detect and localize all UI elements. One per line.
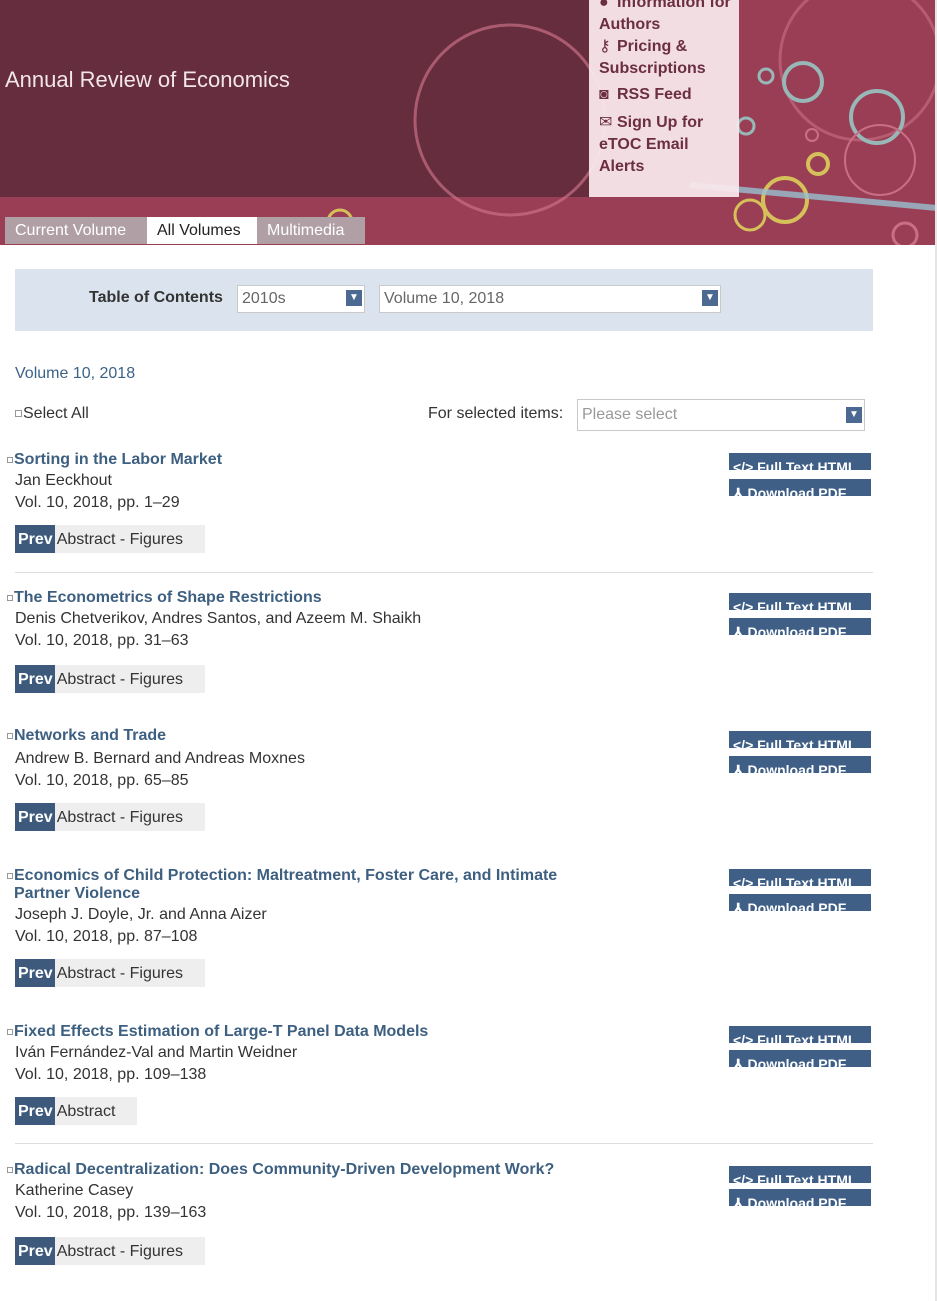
download-pdf-button[interactable]: ⅄ Download PDF <box>729 1189 871 1206</box>
article-checkbox[interactable] <box>7 873 13 879</box>
download-pdf-button[interactable]: ⅄ Download PDF <box>729 756 871 773</box>
preview-text: Abstract - Figures <box>56 809 183 826</box>
full-text-html-button[interactable]: </> Full Text HTML <box>729 453 871 470</box>
article-authors: Denis Chetverikov, Andres Santos, and Az… <box>15 610 422 627</box>
decade-select-value: 2010s <box>242 290 286 307</box>
preview-label: Prev <box>15 1097 55 1125</box>
toc-label: Table of Contents <box>89 289 223 306</box>
article-title[interactable]: Networks and Trade <box>14 727 594 745</box>
decade-select[interactable]: 2010s ▼ <box>237 285 365 313</box>
info-icon: ● <box>599 0 609 11</box>
article-citation: Vol. 10, 2018, pp. 109–138 <box>15 1066 207 1083</box>
rss-icon: ◙ <box>599 86 609 103</box>
info-menu-authors[interactable]: ● Information for Authors <box>599 0 734 36</box>
article-authors: Iván Fernández-Val and Martin Weidner <box>15 1044 298 1061</box>
bulk-action-select[interactable]: Please select ▼ <box>577 399 865 431</box>
preview-label: Prev <box>15 665 55 693</box>
full-text-html-button[interactable]: </> Full Text HTML <box>729 1166 871 1183</box>
full-text-html-button[interactable]: </> Full Text HTML <box>729 593 871 610</box>
decorative-circles <box>326 0 937 245</box>
article-title[interactable]: Economics of Child Protection: Maltreatm… <box>14 867 594 903</box>
article-citation: Vol. 10, 2018, pp. 31–63 <box>15 632 189 649</box>
article-checkbox[interactable] <box>7 595 13 601</box>
article-item: The Econometrics of Shape Restrictions D… <box>0 589 880 709</box>
divider <box>15 572 873 573</box>
tab-all-volumes[interactable]: All Volumes <box>147 217 257 244</box>
article-item: Economics of Child Protection: Maltreatm… <box>0 867 880 997</box>
article-title[interactable]: The Econometrics of Shape Restrictions <box>14 589 594 607</box>
article-item: Networks and Trade Andrew B. Bernard and… <box>0 727 880 847</box>
article-checkbox[interactable] <box>7 457 13 463</box>
info-menu-label: RSS Feed <box>617 86 692 103</box>
preview-label: Prev <box>15 525 55 553</box>
tab-multimedia[interactable]: Multimedia <box>257 217 365 244</box>
preview-button[interactable]: Prev Abstract - Figures <box>15 665 205 693</box>
site-header: Annual Review of Economics ● Information … <box>0 0 937 245</box>
download-pdf-button[interactable]: ⅄ Download PDF <box>729 479 871 496</box>
full-text-html-button[interactable]: </> Full Text HTML <box>729 1026 871 1043</box>
preview-button[interactable]: Prev Abstract <box>15 1097 137 1125</box>
article-checkbox[interactable] <box>7 733 13 739</box>
divider <box>15 1143 873 1144</box>
full-text-html-button[interactable]: </> Full Text HTML <box>729 731 871 748</box>
preview-text: Abstract <box>56 1103 116 1120</box>
article-authors: Katherine Casey <box>15 1182 134 1199</box>
select-all-checkbox[interactable] <box>15 410 22 418</box>
info-menu: ● Information for Authors ⚷ Pricing & Subs… <box>589 0 739 197</box>
info-menu-pricing[interactable]: ⚷ Pricing & Subscriptions <box>599 36 734 80</box>
preview-button[interactable]: Prev Abstract - Figures <box>15 1237 205 1265</box>
article-citation: Vol. 10, 2018, pp. 139–163 <box>15 1204 207 1221</box>
full-text-html-button[interactable]: </> Full Text HTML <box>729 869 871 886</box>
article-checkbox[interactable] <box>7 1029 13 1035</box>
article-citation: Vol. 10, 2018, pp. 65–85 <box>15 772 189 789</box>
article-authors: Andrew B. Bernard and Andreas Moxnes <box>15 750 305 767</box>
tab-current-volume[interactable]: Current Volume <box>5 217 147 244</box>
volume-select-value: Volume 10, 2018 <box>384 290 505 307</box>
article-title[interactable]: Fixed Effects Estimation of Large-T Pane… <box>14 1023 594 1041</box>
chevron-down-icon: ▼ <box>702 290 718 306</box>
chevron-down-icon: ▼ <box>346 290 362 306</box>
article-item: Radical Decentralization: Does Community… <box>0 1161 880 1271</box>
article-item: Sorting in the Labor Market Jan Eeckhout… <box>0 451 880 571</box>
chevron-down-icon: ▼ <box>846 407 862 423</box>
download-pdf-button[interactable]: ⅄ Download PDF <box>729 1050 871 1067</box>
article-authors: Joseph J. Doyle, Jr. and Anna Aizer <box>15 906 267 923</box>
key-icon: ⚷ <box>599 38 611 55</box>
article-item: Fixed Effects Estimation of Large-T Pane… <box>0 1023 880 1133</box>
preview-text: Abstract - Figures <box>56 531 183 548</box>
bulk-action-placeholder: Please select <box>582 406 678 423</box>
preview-text: Abstract - Figures <box>56 1243 183 1260</box>
volume-heading: Volume 10, 2018 <box>15 365 136 382</box>
download-pdf-button[interactable]: ⅄ Download PDF <box>729 894 871 911</box>
article-citation: Vol. 10, 2018, pp. 87–108 <box>15 928 198 945</box>
preview-text: Abstract - Figures <box>56 671 183 688</box>
site-title[interactable]: Annual Review of Economics <box>5 67 290 93</box>
download-pdf-button[interactable]: ⅄ Download PDF <box>729 618 871 635</box>
article-title[interactable]: Sorting in the Labor Market <box>14 451 594 469</box>
preview-label: Prev <box>15 959 55 987</box>
article-checkbox[interactable] <box>7 1167 13 1173</box>
article-citation: Vol. 10, 2018, pp. 1–29 <box>15 494 180 511</box>
preview-button[interactable]: Prev Abstract - Figures <box>15 803 205 831</box>
info-menu-label: Information for Authors <box>599 0 731 33</box>
for-selected-label: For selected items: <box>428 405 564 422</box>
article-title[interactable]: Radical Decentralization: Does Community… <box>14 1161 594 1179</box>
preview-label: Prev <box>15 1237 55 1265</box>
info-menu-rss[interactable]: ◙ RSS Feed <box>599 84 734 106</box>
select-all-label: Select All <box>23 405 89 422</box>
article-authors: Jan Eeckhout <box>15 472 112 489</box>
envelope-icon: ✉ <box>599 114 613 131</box>
preview-button[interactable]: Prev Abstract - Figures <box>15 525 205 553</box>
toc-panel: Table of Contents 2010s ▼ Volume 10, 201… <box>15 269 873 331</box>
info-menu-etoc[interactable]: ✉ Sign Up for eTOC Email Alerts <box>599 112 734 178</box>
preview-button[interactable]: Prev Abstract - Figures <box>15 959 205 987</box>
volume-select[interactable]: Volume 10, 2018 ▼ <box>379 285 721 313</box>
select-all[interactable]: Select All <box>15 405 89 423</box>
preview-text: Abstract - Figures <box>56 965 183 982</box>
preview-label: Prev <box>15 803 55 831</box>
